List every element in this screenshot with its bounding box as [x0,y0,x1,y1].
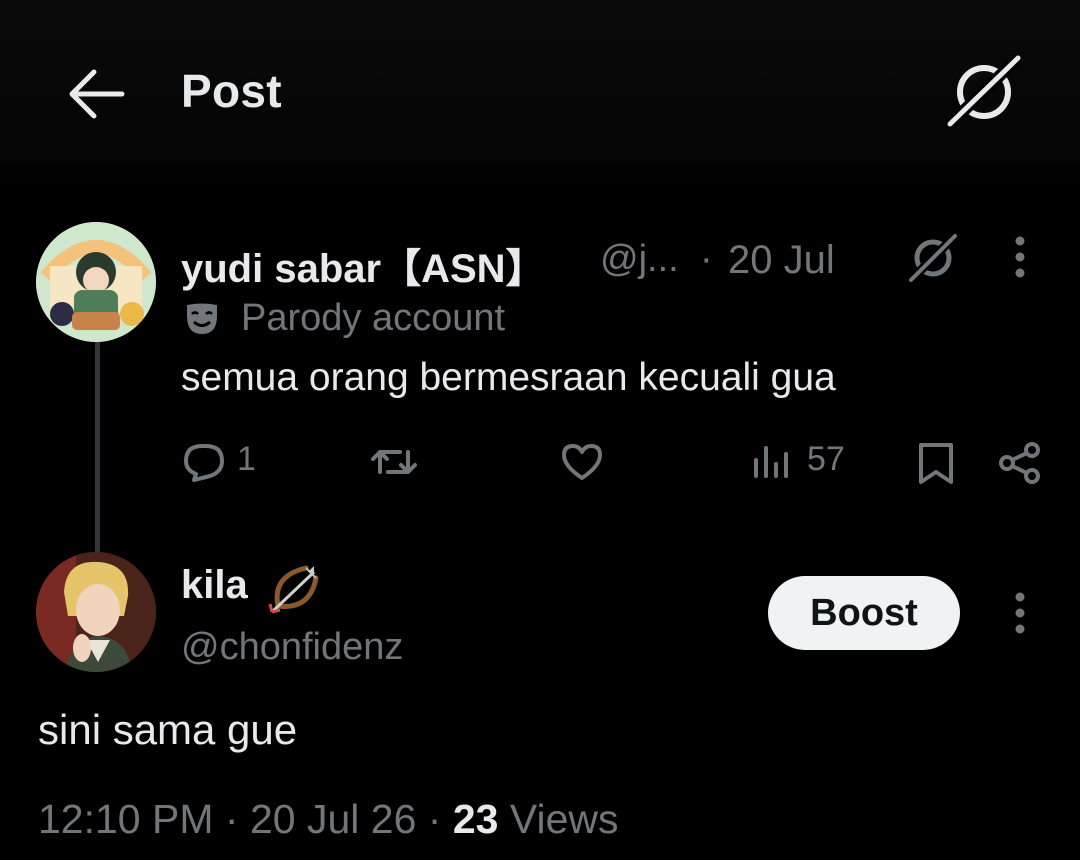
parent-timestamp[interactable]: 20 Jul [728,238,835,283]
post-views-label: Views [509,796,619,842]
bookmark-button[interactable] [916,434,956,490]
post-meta: 12:10 PM · 20 Jul 26 · 23 Views [38,796,619,843]
back-button[interactable] [62,62,132,126]
author-display-name[interactable]: kila [181,563,248,608]
views-button[interactable]: 57 [752,434,852,490]
avatar[interactable] [36,222,156,342]
page-title: Post [181,65,282,117]
separator-dot: · [224,796,239,842]
boost-button[interactable]: Boost [768,576,960,650]
parody-mask-icon [187,303,217,334]
back-arrow-icon [69,69,125,119]
post-text: sini sama gue [38,706,298,753]
more-icon [1015,592,1025,634]
thread-connector-line [95,340,100,555]
top-bar: Post [0,0,1080,188]
grok-icon [907,232,959,284]
parent-grok-button[interactable] [905,230,961,286]
repost-button[interactable] [368,434,424,490]
post-date: 20 Jul 26 [249,796,417,842]
post-more-button[interactable] [1002,588,1038,638]
reply-icon [184,444,224,482]
share-button[interactable] [998,434,1042,490]
repost-icon [371,450,417,474]
views-count: 57 [807,440,845,478]
separator-dot: · [427,796,442,842]
post-views-count: 23 [452,796,499,842]
more-icon [1015,236,1025,278]
grok-icon [945,53,1023,129]
bookmark-icon [919,443,953,484]
views-icon [754,446,788,478]
reply-count: 1 [237,440,256,478]
separator-dot: · [700,238,713,280]
parent-more-button[interactable] [1002,232,1038,282]
parody-account-label: Parody account [241,297,506,339]
avatar-image [36,222,156,342]
like-button[interactable] [560,434,610,490]
parent-handle[interactable]: @j... [600,238,679,281]
parent-display-name[interactable]: yudi sabar【ASN】 [181,236,546,294]
author-handle[interactable]: @chonfidenz [181,626,403,669]
bow-and-arrow-icon [268,565,319,614]
grok-button[interactable] [942,52,1026,132]
avatar[interactable] [36,552,156,672]
reply-button[interactable]: 1 [182,434,272,490]
post-time: 12:10 PM [38,796,214,842]
avatar-image [36,552,156,672]
parent-post-text: semua orang bermesraan kecuali gua [181,356,836,399]
share-icon [999,442,1040,484]
like-icon [562,444,602,480]
